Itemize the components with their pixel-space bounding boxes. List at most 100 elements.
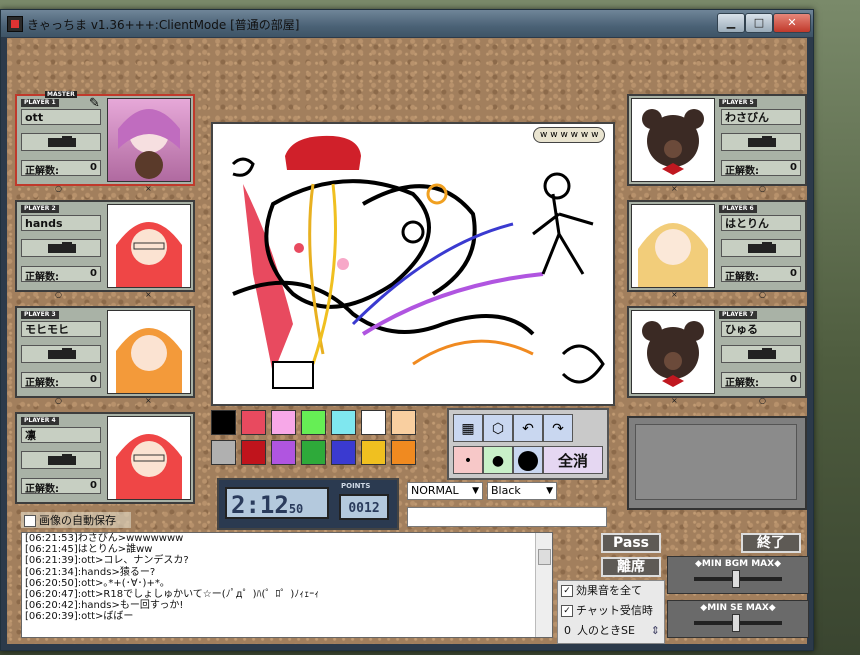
color-swatch[interactable] xyxy=(271,440,296,465)
player-name: hands xyxy=(21,215,101,231)
chat-line: [06:20:39]:ott>ばばー xyxy=(25,611,134,623)
color-swatch[interactable] xyxy=(391,410,416,435)
drawing-strokes xyxy=(231,135,605,389)
color-swatch[interactable] xyxy=(361,440,386,465)
color-swatch[interactable] xyxy=(211,410,236,435)
color-select[interactable]: Black ▼ xyxy=(487,482,557,500)
sound-options: ✓ 効果音を全て ✓ チャット受信時 0 人のときSE ⇕ xyxy=(557,580,665,644)
preview-area xyxy=(635,424,797,500)
chat-scrollbar[interactable] xyxy=(535,533,552,637)
color-swatch[interactable] xyxy=(361,410,386,435)
color-swatch[interactable] xyxy=(391,440,416,465)
color-swatch[interactable] xyxy=(241,410,266,435)
sfx-all-option[interactable]: ✓ 効果音を全て xyxy=(558,581,664,601)
brush-large-icon[interactable] xyxy=(513,446,543,474)
player-status-bar xyxy=(21,239,101,257)
wrong-mark: × xyxy=(671,290,678,299)
player-name: 凛 xyxy=(21,427,101,443)
wrong-mark: × xyxy=(145,396,152,405)
chevron-down-icon: ▼ xyxy=(472,486,479,496)
player-status-bar xyxy=(21,451,101,469)
chat-line: [06:21:39]:ott>コレ、ナンデスカ? xyxy=(25,555,189,567)
player-tag: PLAYER 5 xyxy=(719,99,757,107)
slider-knob[interactable] xyxy=(732,570,740,588)
wrong-mark: × xyxy=(145,290,152,299)
score-label: 正解数: xyxy=(25,484,59,495)
se-count-value: 0 xyxy=(564,624,571,637)
se-volume-slider[interactable]: ◆MIN SE MAX◆ xyxy=(667,600,809,638)
close-button[interactable]: ✕ xyxy=(773,13,811,33)
pen-icon xyxy=(48,242,76,253)
avatar xyxy=(631,204,715,288)
maximize-button[interactable]: □ xyxy=(745,13,773,33)
end-button[interactable]: 終了 xyxy=(741,533,801,553)
se-count-option[interactable]: 0 人のときSE ⇕ xyxy=(558,621,664,641)
autosave-checkbox[interactable]: 画像の自動保存 xyxy=(21,512,131,528)
score-label: 正解数: xyxy=(25,378,59,389)
score-label: 正解数: xyxy=(725,166,759,177)
player-tag: PLAYER 1 xyxy=(21,99,59,107)
leave-seat-button[interactable]: 離席 xyxy=(601,557,661,577)
color-swatch[interactable] xyxy=(301,440,326,465)
timer-seconds: 12 xyxy=(259,491,289,519)
color-swatch[interactable] xyxy=(331,410,356,435)
player-tag: PLAYER 3 xyxy=(21,311,59,319)
player-panel-4: PLAYER 4 凛 正解数: 0 xyxy=(15,412,195,504)
player-tag: PLAYER 2 xyxy=(21,205,59,213)
clear-all-button[interactable]: 全消 xyxy=(543,446,603,474)
correct-mark: ○ xyxy=(759,184,766,193)
player-panel-6: PLAYER 6 はとりん 正解数: 0 xyxy=(627,200,807,292)
avatar xyxy=(107,416,191,500)
app-icon xyxy=(7,16,23,32)
player-score: 正解数: 0 xyxy=(721,160,801,177)
player-name: モヒモヒ xyxy=(21,321,101,337)
chat-line: [06:21:53]わさびん>wwwwwww xyxy=(25,533,184,544)
color-swatch[interactable] xyxy=(241,440,266,465)
player-status-bar xyxy=(21,133,101,151)
color-swatch[interactable] xyxy=(301,410,326,435)
chat-line: [06:20:47]:ott>R18でしょしゅかいて☆ー(ﾉﾟд゜)ﾊ(゜ﾛ゜)… xyxy=(25,589,320,601)
game-board: MASTER PLAYER 1 ✎ ott 正解数: 0 ○ × PLAYER 2… xyxy=(7,38,809,644)
drawing-canvas[interactable] xyxy=(211,122,615,406)
bgm-volume-slider[interactable]: ◆MIN BGM MAX◆ xyxy=(667,556,809,594)
chevron-down-icon: ▼ xyxy=(546,486,553,496)
pass-button[interactable]: Pass xyxy=(601,533,661,553)
correct-mark: ○ xyxy=(55,290,62,299)
player-status-bar xyxy=(721,239,801,257)
brush-small-icon[interactable]: • xyxy=(453,446,483,474)
score-value: 0 xyxy=(90,374,97,385)
scrollbar-thumb[interactable] xyxy=(538,549,551,565)
fill-tool-icon[interactable]: ▦ xyxy=(453,414,483,442)
undo-icon[interactable]: ↶ xyxy=(513,414,543,442)
score-value: 0 xyxy=(790,374,797,385)
color-palette xyxy=(211,410,423,472)
chat-input[interactable] xyxy=(407,507,607,527)
player-name: ひゅる xyxy=(721,321,801,337)
avatar xyxy=(631,310,715,394)
mode-select[interactable]: NORMAL ▼ xyxy=(407,482,483,500)
chat-lines: [06:21:53]わさびん>wwwwwww [06:21:45]はとりん>誰w… xyxy=(25,533,319,623)
spinner-icon[interactable]: ⇕ xyxy=(651,621,660,641)
pen-icon xyxy=(48,454,76,465)
player-status-bar xyxy=(721,345,801,363)
timer-panel: 2:1250 POINTS 0012 xyxy=(217,478,399,530)
chat-log[interactable]: [06:21:53]わさびん>wwwwwww [06:21:45]はとりん>誰w… xyxy=(21,532,553,638)
chat-receive-label: チャット受信時 xyxy=(576,604,653,617)
color-swatch[interactable] xyxy=(331,440,356,465)
minimize-button[interactable]: ▁ xyxy=(717,13,745,33)
redo-icon[interactable]: ↷ xyxy=(543,414,573,442)
bucket-tool-icon[interactable]: ⬡ xyxy=(483,414,513,442)
chat-receive-option[interactable]: ✓ チャット受信時 xyxy=(558,601,664,621)
app-window: きゃっちま v1.36+++:ClientMode [普通の部屋] ▁ □ ✕ … xyxy=(0,9,814,651)
player-marks-6: × ○ xyxy=(627,290,803,300)
color-swatch[interactable] xyxy=(271,410,296,435)
player-marks-2: ○ × xyxy=(15,290,191,300)
slider-knob[interactable] xyxy=(732,614,740,632)
pen-icon xyxy=(48,136,76,147)
color-swatch[interactable] xyxy=(211,440,236,465)
brush-medium-icon[interactable]: ● xyxy=(483,446,513,474)
window-title: きゃっちま v1.36+++:ClientMode [普通の部屋] xyxy=(27,18,300,32)
chat-line: [06:20:50]:ott>｡*+(･∀･)+*｡ xyxy=(25,577,165,589)
tool-panel: ▦ ⬡ ↶ ↷ • ● 全消 xyxy=(447,408,609,480)
player-panel-3: PLAYER 3 モヒモヒ 正解数: 0 xyxy=(15,306,195,398)
